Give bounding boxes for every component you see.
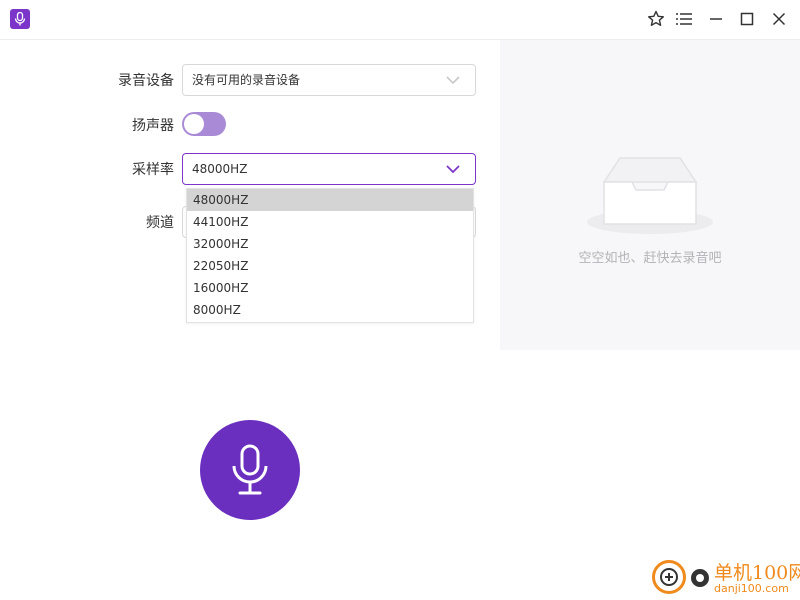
samplerate-dropdown: 48000HZ 44100HZ 32000HZ 22050HZ 16000HZ … (186, 188, 474, 323)
maximize-icon[interactable] (736, 8, 758, 30)
watermark-title: 单机100网 (714, 562, 800, 584)
menu-list-icon[interactable] (673, 8, 695, 30)
samplerate-select[interactable]: 48000HZ (182, 153, 476, 185)
dropdown-option[interactable]: 44100HZ (187, 211, 473, 233)
chevron-down-icon (446, 76, 460, 85)
dropdown-option[interactable]: 32000HZ (187, 233, 473, 255)
close-icon[interactable] (768, 8, 790, 30)
device-select[interactable]: 没有可用的录音设备 (182, 64, 476, 96)
speaker-label: 扬声器 (132, 118, 174, 134)
samplerate-select-value: 48000HZ (192, 162, 248, 176)
chevron-down-icon (446, 165, 460, 174)
dropdown-option[interactable]: 48000HZ (187, 189, 473, 211)
watermark-url: danji100.com (714, 582, 789, 595)
dropdown-option[interactable]: 22050HZ (187, 255, 473, 277)
watermark-logo-icon (652, 560, 686, 594)
watermark-shape-icon (691, 569, 709, 587)
dropdown-option[interactable]: 16000HZ (187, 277, 473, 299)
channel-label: 频道 (146, 215, 174, 231)
device-select-value: 没有可用的录音设备 (192, 73, 301, 87)
empty-inbox-icon (587, 157, 713, 234)
minimize-icon[interactable] (705, 8, 727, 30)
samplerate-label: 采样率 (132, 162, 174, 178)
dropdown-option[interactable]: 8000HZ (187, 299, 473, 321)
microphone-icon (232, 444, 268, 495)
star-icon[interactable] (645, 8, 667, 30)
empty-message: 空空如也、赶快去录音吧 (578, 251, 722, 266)
toggle-knob (184, 114, 204, 134)
mic-app-icon (10, 9, 30, 29)
watermark: 单机100网 danji100.com (650, 558, 800, 598)
speaker-toggle[interactable] (182, 112, 226, 136)
title-bar (0, 0, 800, 40)
device-label: 录音设备 (118, 73, 174, 89)
empty-panel: 空空如也、赶快去录音吧 (500, 40, 800, 350)
record-button[interactable] (200, 420, 300, 520)
